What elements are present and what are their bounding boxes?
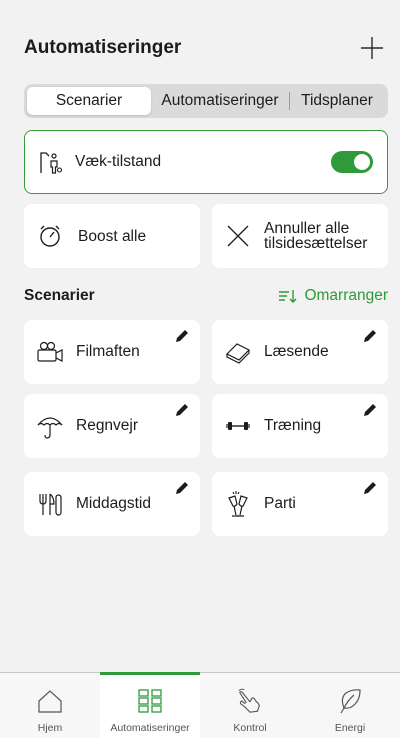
home-icon <box>37 688 63 714</box>
nav-item-kontrol[interactable]: Kontrol <box>200 673 300 738</box>
nav-item-energi[interactable]: Energi <box>300 673 400 738</box>
scene-label: Parti <box>264 495 296 512</box>
away-mode-label: Væk-tilstand <box>75 153 162 170</box>
leaf-icon <box>337 688 363 714</box>
scenes-section-header: Scenarier Omarranger <box>24 284 388 308</box>
pencil-icon[interactable] <box>174 480 190 496</box>
tab-scenarier[interactable]: Scenarier <box>27 87 151 115</box>
cancel-overrides-button[interactable]: Annuller alle tilsidesættelser <box>212 204 388 268</box>
cancel-overrides-line1: Annuller alle <box>264 220 350 237</box>
nav-item-hjem[interactable]: Hjem <box>0 673 100 738</box>
pencil-icon[interactable] <box>362 480 378 496</box>
person-away-icon <box>37 148 65 176</box>
cancel-overrides-line2: tilsidesættelser <box>264 235 368 252</box>
nav-label: Energi <box>334 722 366 734</box>
grid-icon <box>137 688 163 714</box>
reorder-icon <box>279 290 297 303</box>
book-icon <box>224 338 252 366</box>
boost-all-label: Boost alle <box>78 227 147 245</box>
nav-item-automatiseringer[interactable]: Automatiseringer <box>100 672 200 738</box>
scene-card-laesende[interactable]: Læsende <box>212 320 388 384</box>
scene-card-regnvejr[interactable]: Regnvejr <box>24 394 200 458</box>
scene-label: Middagstid <box>76 495 151 512</box>
pencil-icon[interactable] <box>362 402 378 418</box>
stopwatch-icon <box>36 222 64 250</box>
away-mode-toggle[interactable] <box>331 151 373 173</box>
pencil-icon[interactable] <box>174 402 190 418</box>
bottom-nav: Hjem Automatiseringer Kontrol Energi <box>0 672 400 738</box>
tab-bar: Scenarier Automatiseringer Tidsplaner <box>24 84 388 118</box>
scene-label: Træning <box>264 417 322 434</box>
scene-label: Læsende <box>264 343 329 360</box>
umbrella-icon <box>36 412 64 440</box>
scene-card-traening[interactable]: Træning <box>212 394 388 458</box>
reorder-label: Omarranger <box>304 287 388 304</box>
away-mode-card[interactable]: Væk-tilstand <box>24 130 388 194</box>
toggle-knob <box>354 154 370 170</box>
dumbbell-icon <box>224 412 252 440</box>
pencil-icon[interactable] <box>362 328 378 344</box>
scene-card-filmaften[interactable]: Filmaften <box>24 320 200 384</box>
add-button[interactable] <box>356 32 388 64</box>
cancel-overrides-label: Annuller alle tilsidesættelser <box>264 220 368 252</box>
header: Automatiseringer <box>24 28 388 68</box>
cutlery-icon <box>36 490 64 518</box>
reorder-button[interactable]: Omarranger <box>278 287 388 305</box>
section-title: Scenarier <box>24 287 95 304</box>
page-title: Automatiseringer <box>24 37 182 58</box>
nav-label: Kontrol <box>233 722 267 734</box>
film-camera-icon <box>36 338 64 366</box>
plus-icon <box>361 37 383 59</box>
nav-label: Hjem <box>37 722 63 734</box>
tab-automatiseringer[interactable]: Automatiseringer <box>151 87 289 115</box>
scene-label: Filmaften <box>76 343 140 360</box>
close-icon <box>224 222 252 250</box>
boost-all-button[interactable]: Boost alle <box>24 204 200 268</box>
scene-card-middagstid[interactable]: Middagstid <box>24 472 200 536</box>
pencil-icon[interactable] <box>174 328 190 344</box>
tab-tidsplaner[interactable]: Tidsplaner <box>290 87 384 115</box>
scene-label: Regnvejr <box>76 417 139 434</box>
scene-card-parti[interactable]: Parti <box>212 472 388 536</box>
hand-touch-icon <box>237 688 263 714</box>
nav-label: Automatiseringer <box>110 722 190 734</box>
champagne-glasses-icon <box>224 490 252 518</box>
